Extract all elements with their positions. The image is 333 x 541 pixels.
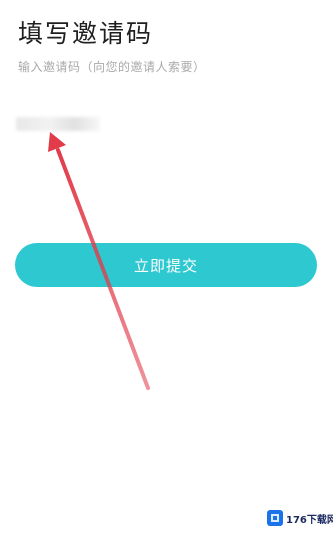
submit-button[interactable]: 立即提交 (15, 243, 317, 287)
redacted-code-mask (16, 117, 100, 131)
watermark: 176下载网 (267, 510, 333, 526)
page-title: 填写邀请码 (18, 19, 154, 48)
watermark-text: 176下载网 (286, 514, 333, 526)
watermark-logo-icon (267, 510, 283, 526)
invite-code-hint: 输入邀请码（向您的邀请人索要） (18, 60, 206, 74)
